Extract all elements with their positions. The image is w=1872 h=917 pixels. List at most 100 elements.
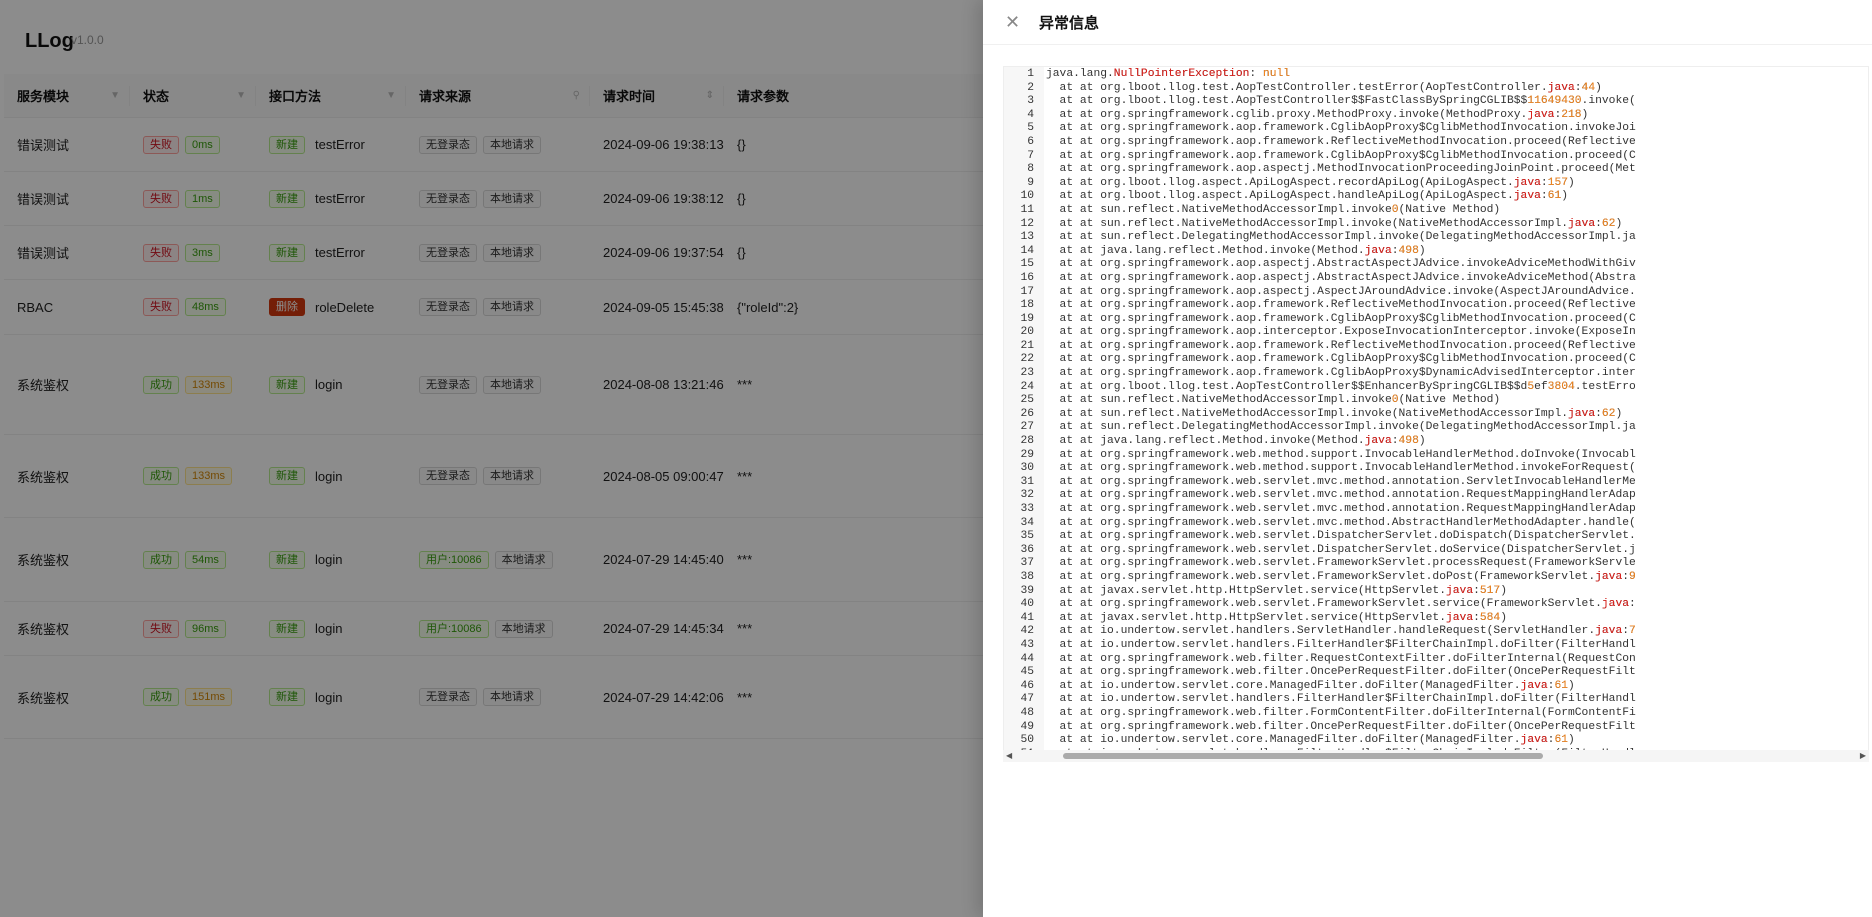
horizontal-scrollbar[interactable]: ◀ ▶	[1003, 750, 1869, 762]
code-line: 4 at at org.springframework.cglib.proxy.…	[1004, 109, 1636, 123]
code-line: 23 at at org.springframework.aop.framewo…	[1004, 367, 1636, 381]
line-number: 48	[1020, 706, 1034, 719]
line-number: 46	[1020, 679, 1034, 692]
code-line: 5 at at org.springframework.aop.framewor…	[1004, 122, 1636, 136]
line-number: 29	[1020, 448, 1034, 461]
line-text: at at io.undertow.servlet.handlers.Filte…	[1046, 638, 1636, 651]
line-text: at at sun.reflect.NativeMethodAccessorIm…	[1046, 407, 1623, 420]
code-line: 19 at at org.springframework.aop.framewo…	[1004, 312, 1636, 327]
line-text-wrap: at at io.undertow.servlet.handlers.Filte…	[1046, 639, 1636, 653]
line-text: at at org.springframework.aop.aspectj.Me…	[1046, 163, 1636, 176]
code-line: 3 at at org.lboot.llog.test.AopTestContr…	[1004, 95, 1636, 109]
code-line: 33 at at org.springframework.web.servlet…	[1004, 503, 1635, 517]
line-text-wrap: at at sun.reflect.DelegatingMethodAccess…	[1046, 231, 1636, 245]
code-line: 10 at at org.lboot.llog.aspect.ApiLogAsp…	[1004, 190, 1636, 204]
line-text-wrap: at at org.lboot.llog.test.AopTestControl…	[1046, 381, 1636, 395]
code-line: 44 at at org.springframework.web.filter.…	[1004, 652, 1636, 667]
line-number: 14	[1020, 244, 1034, 257]
line-text: at at org.springframework.aop.framework.…	[1046, 339, 1636, 352]
line-text-wrap: at at org.lboot.llog.test.AopTestControl…	[1046, 82, 1602, 96]
code-line: 13 at at sun.reflect.DelegatingMethodAcc…	[1004, 231, 1636, 245]
line-number: 42	[1020, 625, 1034, 638]
code-line: 38 at at org.springframework.web.servlet…	[1004, 570, 1636, 585]
line-text: at at org.springframework.aop.intercepto…	[1046, 326, 1636, 339]
line-text: at at io.undertow.servlet.core.ManagedFi…	[1046, 679, 1575, 692]
code-line: 47 at at io.undertow.servlet.handlers.Fi…	[1004, 693, 1635, 707]
code-line: 39 at at javax.servlet.http.HttpServlet.…	[1004, 585, 1636, 599]
code-line: 24 at at org.lboot.llog.test.AopTestCont…	[1004, 380, 1636, 395]
close-icon[interactable]: ✕	[1005, 12, 1025, 33]
stacktrace-viewer[interactable]: 1 java.lang.NullPointerException: nulljav…	[1003, 66, 1869, 760]
line-text: at at org.springframework.web.servlet.Fr…	[1046, 570, 1636, 583]
scroll-right-icon[interactable]: ▶	[1860, 750, 1866, 762]
line-text-wrap: at at org.springframework.aop.intercepto…	[1046, 326, 1636, 340]
code-line: 25 at at sun.reflect.NativeMethodAccesso…	[1004, 394, 1636, 408]
code-line: 46 at at io.undertow.servlet.core.Manage…	[1004, 680, 1636, 694]
line-text: java.lang.NullPointerException: null	[1046, 68, 1291, 80]
code-line: 42 at at io.undertow.servlet.handlers.Se…	[1004, 625, 1636, 639]
line-text-wrap: at at javax.servlet.http.HttpServlet.ser…	[1046, 612, 1507, 626]
line-number: 4	[1027, 108, 1034, 121]
line-text-wrap: at at org.springframework.cglib.proxy.Me…	[1046, 109, 1589, 123]
line-text: at at org.springframework.aop.framework.…	[1046, 149, 1636, 162]
code-line: 20 at at org.springframework.aop.interce…	[1004, 326, 1636, 340]
line-number: 13	[1020, 231, 1034, 244]
line-text-wrap: at at org.springframework.aop.framework.…	[1046, 136, 1636, 150]
line-text: at at org.springframework.aop.framework.…	[1046, 312, 1636, 325]
line-text-wrap: at at org.springframework.aop.aspectj.Me…	[1046, 163, 1636, 177]
line-text: at at org.springframework.web.servlet.Di…	[1046, 530, 1636, 543]
code-line: 50 at at io.undertow.servlet.core.Manage…	[1004, 734, 1636, 748]
line-text: at at org.springframework.aop.framework.…	[1046, 135, 1636, 148]
scroll-left-icon[interactable]: ◀	[1006, 750, 1012, 762]
line-text-wrap: at at org.springframework.aop.framework.…	[1046, 299, 1636, 313]
line-text-wrap: at at sun.reflect.NativeMethodAccessorIm…	[1046, 407, 1623, 422]
line-text: at at sun.reflect.NativeMethodAccessorIm…	[1046, 217, 1623, 230]
line-number: 39	[1020, 584, 1034, 597]
line-text-wrap: at at org.springframework.web.servlet.Fr…	[1046, 598, 1636, 612]
line-text-wrap: at at org.springframework.web.filter.Onc…	[1046, 666, 1636, 680]
line-text: at at sun.reflect.NativeMethodAccessorIm…	[1046, 203, 1501, 216]
line-text-wrap: at at sun.reflect.NativeMethodAccessorIm…	[1046, 203, 1501, 218]
line-number: 31	[1020, 475, 1034, 488]
line-number: 22	[1020, 353, 1034, 366]
line-text: at at javax.servlet.http.HttpServlet.ser…	[1046, 584, 1507, 597]
line-number: 26	[1020, 407, 1034, 420]
line-number: 34	[1020, 516, 1034, 529]
scrollbar-thumb[interactable]	[1063, 753, 1543, 759]
line-number: 43	[1020, 638, 1034, 651]
line-text: at at org.springframework.web.filter.For…	[1046, 706, 1636, 719]
line-number: 8	[1027, 163, 1034, 176]
code-line: 17 at at org.springframework.aop.aspectj…	[1004, 285, 1636, 300]
line-text: at at org.lboot.llog.aspect.ApiLogAspect…	[1046, 190, 1569, 203]
line-number: 24	[1020, 380, 1034, 393]
line-text: at at sun.reflect.NativeMethodAccessorIm…	[1046, 394, 1501, 407]
line-text: at at org.springframework.web.servlet.mv…	[1046, 475, 1636, 488]
line-number: 17	[1020, 285, 1034, 298]
line-text: at at io.undertow.servlet.handlers.Servl…	[1046, 625, 1636, 638]
line-number: 50	[1020, 734, 1034, 747]
line-number: 28	[1020, 435, 1034, 448]
line-text-wrap: at at org.springframework.web.filter.Req…	[1046, 653, 1636, 667]
line-text-wrap: at at org.lboot.llog.test.AopTestControl…	[1046, 95, 1636, 109]
line-number: 32	[1020, 489, 1034, 502]
line-text: at at org.springframework.aop.aspectj.As…	[1046, 285, 1636, 298]
line-text-wrap: at at org.springframework.aop.aspectj.As…	[1046, 286, 1636, 300]
line-text-wrap: at at org.springframework.web.servlet.Di…	[1046, 544, 1636, 558]
code-line: 15 at at org.springframework.aop.aspectj…	[1004, 258, 1635, 272]
line-text-wrap: at at org.springframework.web.servlet.Di…	[1046, 530, 1636, 544]
line-text: at at org.lboot.llog.test.AopTestControl…	[1046, 81, 1602, 94]
line-text-wrap: at at sun.reflect.NativeMethodAccessorIm…	[1046, 394, 1501, 408]
line-number: 44	[1020, 652, 1034, 665]
line-text: at at org.springframework.aop.framework.…	[1046, 122, 1636, 135]
code-line: 11 at at sun.reflect.NativeMethodAccesso…	[1004, 204, 1636, 218]
line-number: 37	[1020, 557, 1034, 570]
line-number: 30	[1020, 462, 1034, 475]
line-text: at at org.springframework.web.servlet.Fr…	[1046, 598, 1636, 611]
line-text-wrap: at at org.springframework.aop.framework.…	[1046, 367, 1636, 381]
line-text: at at org.lboot.llog.test.AopTestControl…	[1046, 380, 1636, 393]
line-text: at at org.springframework.web.filter.Onc…	[1046, 666, 1636, 679]
line-number: 41	[1020, 611, 1034, 624]
line-text: at at java.lang.reflect.Method.invoke(Me…	[1046, 244, 1426, 257]
line-text-wrap: at at org.springframework.aop.framework.…	[1046, 150, 1636, 164]
line-number: 3	[1027, 95, 1034, 108]
